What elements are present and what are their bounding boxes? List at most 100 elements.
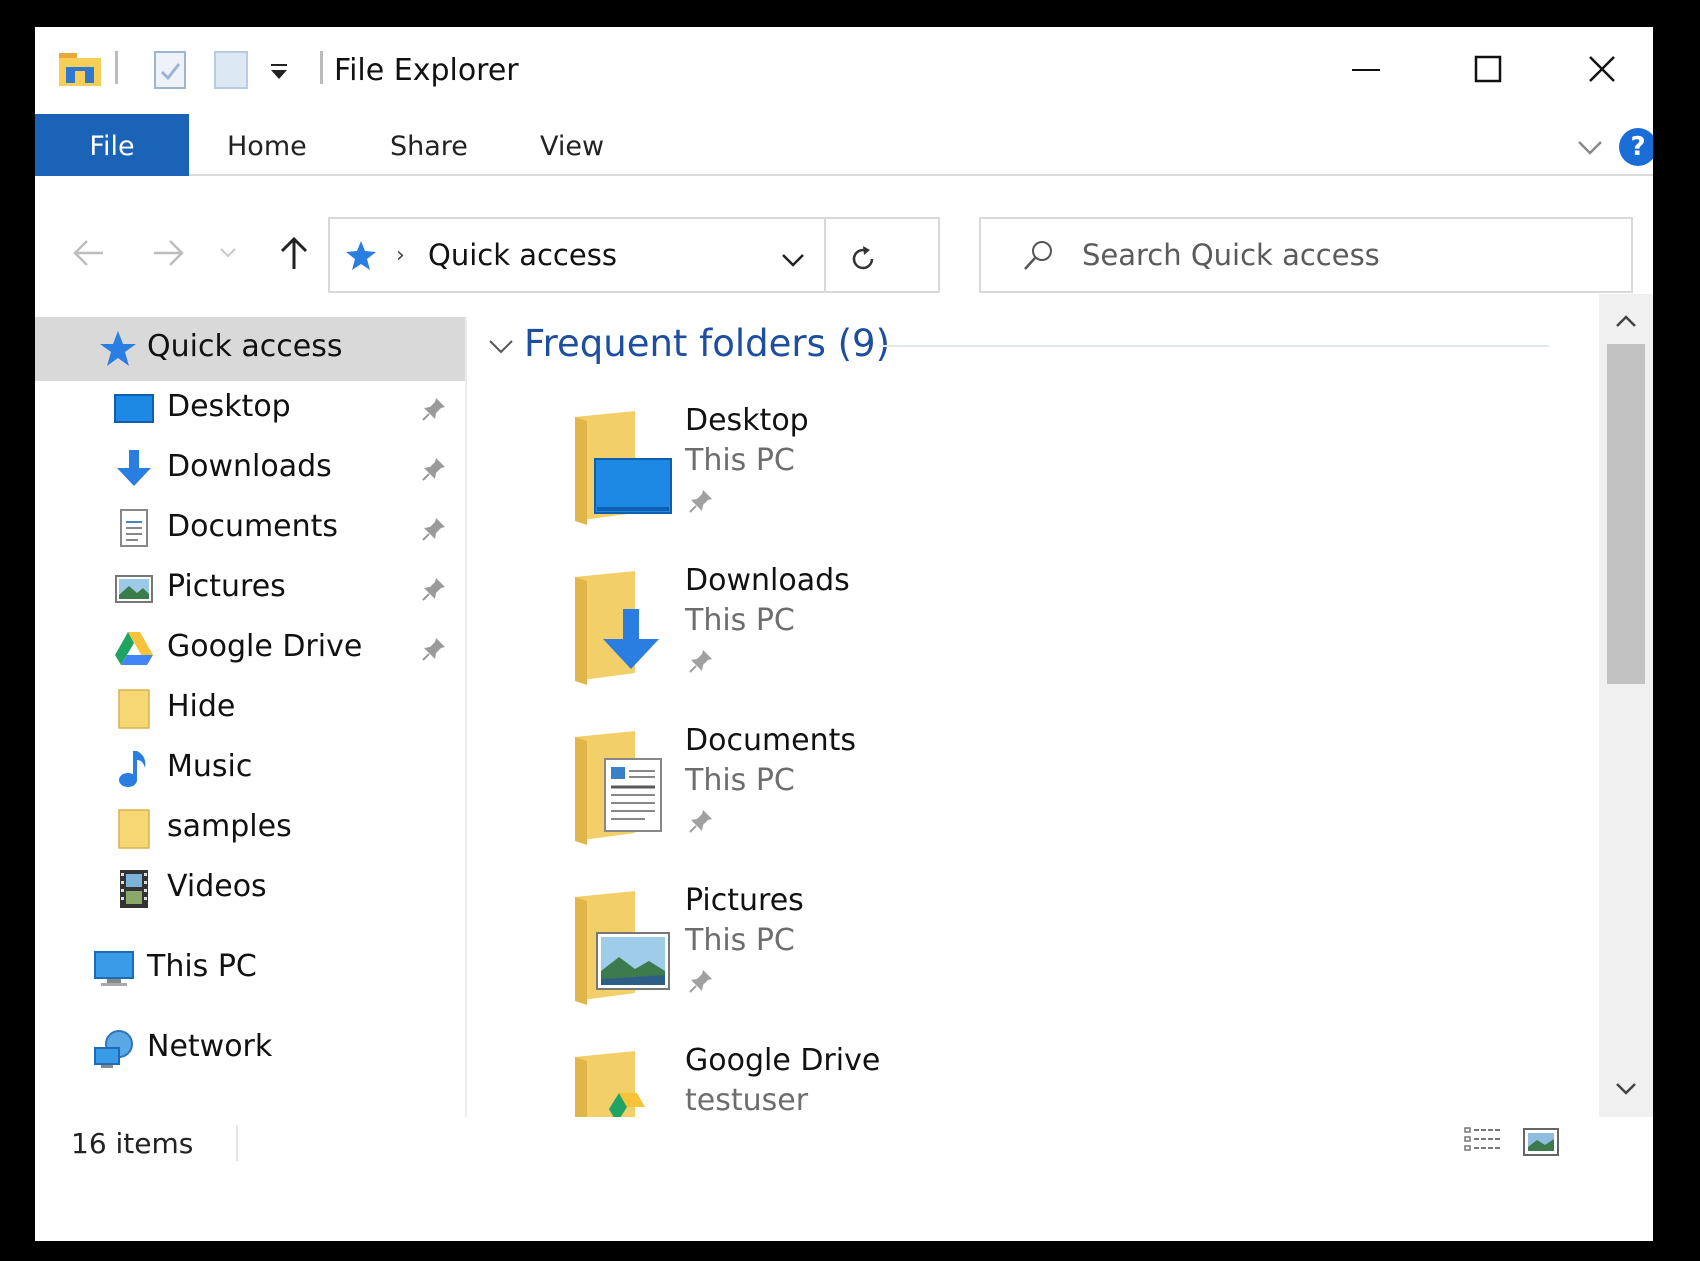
sidebar-item-desktop[interactable]: Desktop bbox=[35, 377, 465, 441]
pin-icon bbox=[689, 970, 712, 993]
pin-icon[interactable] bbox=[420, 515, 448, 543]
tile-name: Downloads bbox=[685, 563, 850, 598]
sidebar-item-pictures[interactable]: Pictures bbox=[35, 557, 465, 621]
pin-icon bbox=[689, 490, 712, 513]
search-input[interactable]: Search Quick access bbox=[1082, 238, 1380, 272]
pin-icon bbox=[689, 650, 712, 673]
sidebar-item-videos[interactable]: Videos bbox=[35, 857, 465, 921]
group-divider bbox=[879, 345, 1549, 347]
maximize-button[interactable] bbox=[1433, 39, 1543, 99]
qat-customize-dropdown-icon[interactable] bbox=[267, 60, 291, 84]
desktop-folder-icon bbox=[575, 411, 672, 525]
details-view-icon[interactable] bbox=[1463, 1125, 1503, 1159]
tab-file[interactable]: File bbox=[35, 114, 189, 176]
scroll-down-arrow-icon[interactable] bbox=[1609, 1072, 1643, 1106]
qat-separator bbox=[115, 51, 118, 84]
expand-ribbon-chevron-icon[interactable] bbox=[1575, 132, 1605, 162]
folder-icon bbox=[118, 689, 150, 729]
downloads-arrow-icon bbox=[117, 450, 151, 486]
sidebar-item-hide[interactable]: Hide bbox=[35, 677, 465, 741]
documents-icon bbox=[120, 509, 148, 547]
group-title: Frequent folders (9) bbox=[524, 322, 891, 365]
close-icon bbox=[1589, 56, 1615, 82]
address-path[interactable]: Quick access bbox=[428, 238, 617, 272]
folder-tile-pictures[interactable]: Pictures This PC bbox=[565, 883, 1165, 1039]
help-icon[interactable]: ? bbox=[1619, 128, 1653, 166]
pin-icon bbox=[689, 810, 712, 833]
refresh-button[interactable] bbox=[843, 239, 883, 279]
tab-home[interactable]: Home bbox=[227, 114, 307, 176]
sidebar-item-this-pc[interactable]: This PC bbox=[35, 937, 465, 1001]
maximize-icon bbox=[1474, 55, 1502, 83]
folder-tile-google-drive[interactable]: Google Drive testuser bbox=[565, 1043, 1165, 1117]
sidebar-item-documents[interactable]: Documents bbox=[35, 497, 465, 561]
back-button[interactable] bbox=[69, 233, 109, 273]
sidebar-item-music[interactable]: Music bbox=[35, 737, 465, 801]
scrollbar-thumb[interactable] bbox=[1607, 344, 1645, 684]
search-icon bbox=[1024, 241, 1052, 270]
sidebar-item-samples[interactable]: samples bbox=[35, 797, 465, 861]
desktop-icon bbox=[114, 394, 154, 423]
sidebar-item-downloads[interactable]: Downloads bbox=[35, 437, 465, 501]
sidebar-item-label: Downloads bbox=[167, 449, 332, 484]
up-arrow-icon bbox=[280, 236, 308, 269]
downloads-folder-icon bbox=[575, 571, 659, 685]
folder-tile-documents[interactable]: Documents This PC bbox=[565, 723, 1165, 879]
sidebar-item-label: Google Drive bbox=[167, 629, 363, 664]
pictures-folder-icon bbox=[575, 891, 670, 1005]
address-history-chevron-icon[interactable] bbox=[778, 244, 808, 274]
pin-icon[interactable] bbox=[420, 395, 448, 423]
forward-arrow-icon bbox=[154, 240, 184, 266]
chevron-down-icon bbox=[220, 248, 236, 258]
pin-icon[interactable] bbox=[420, 575, 448, 603]
folder-tile-desktop[interactable]: Desktop This PC bbox=[565, 403, 1165, 559]
refresh-icon bbox=[852, 246, 874, 270]
tab-view[interactable]: View bbox=[540, 114, 604, 176]
pin-icon[interactable] bbox=[420, 455, 448, 483]
properties-icon[interactable] bbox=[153, 50, 187, 90]
navigation-bar: › Quick access Search Quick access bbox=[35, 178, 1653, 294]
sidebar-item-network[interactable]: Network bbox=[35, 1017, 465, 1081]
address-divider bbox=[824, 219, 826, 291]
minimize-button[interactable] bbox=[1311, 39, 1421, 99]
sidebar-item-google-drive[interactable]: Google Drive bbox=[35, 617, 465, 681]
frequent-folders-group-header[interactable]: Frequent folders (9) bbox=[487, 322, 1587, 372]
collapse-chevron-icon[interactable] bbox=[487, 332, 515, 360]
up-button[interactable] bbox=[274, 233, 314, 273]
file-explorer-window: File Explorer File Home Share View ? › Q… bbox=[35, 27, 1653, 1241]
folder-tile-downloads[interactable]: Downloads This PC bbox=[565, 563, 1165, 719]
back-arrow-icon bbox=[73, 240, 103, 266]
recent-locations-button[interactable] bbox=[217, 233, 239, 273]
network-icon bbox=[94, 1030, 133, 1068]
address-bar[interactable]: › Quick access bbox=[328, 217, 940, 293]
close-button[interactable] bbox=[1547, 39, 1653, 99]
search-box[interactable]: Search Quick access bbox=[979, 217, 1633, 293]
folder-icon bbox=[118, 809, 150, 849]
pin-icon[interactable] bbox=[420, 635, 448, 663]
tile-location: This PC bbox=[685, 603, 795, 638]
quick-access-star-icon bbox=[100, 331, 136, 366]
pictures-icon bbox=[115, 575, 153, 603]
ribbon-tab-bar: File Home Share View ? bbox=[35, 114, 1653, 176]
forward-button[interactable] bbox=[148, 233, 188, 273]
sidebar-item-label: Pictures bbox=[167, 569, 286, 604]
google-drive-folder-icon bbox=[575, 1051, 645, 1117]
sidebar-item-quick-access[interactable]: Quick access bbox=[35, 317, 465, 381]
tile-location: This PC bbox=[685, 923, 795, 958]
vertical-scrollbar[interactable] bbox=[1599, 294, 1653, 1117]
tile-location: This PC bbox=[685, 763, 795, 798]
sidebar-item-label: Quick access bbox=[147, 329, 343, 364]
tab-share[interactable]: Share bbox=[390, 114, 468, 176]
breadcrumb-separator-icon: › bbox=[396, 243, 405, 268]
tile-name: Desktop bbox=[685, 403, 809, 438]
qat-separator bbox=[320, 51, 323, 84]
new-folder-icon[interactable] bbox=[213, 50, 249, 90]
videos-film-icon bbox=[120, 870, 148, 908]
sidebar-item-label: Music bbox=[167, 749, 253, 784]
large-icons-view-icon[interactable] bbox=[1521, 1125, 1561, 1159]
item-count: 16 items bbox=[71, 1127, 194, 1160]
sidebar-item-label: Desktop bbox=[167, 389, 291, 424]
title-bar: File Explorer bbox=[35, 27, 1653, 114]
scroll-up-arrow-icon[interactable] bbox=[1609, 304, 1643, 338]
music-note-icon bbox=[119, 751, 146, 787]
